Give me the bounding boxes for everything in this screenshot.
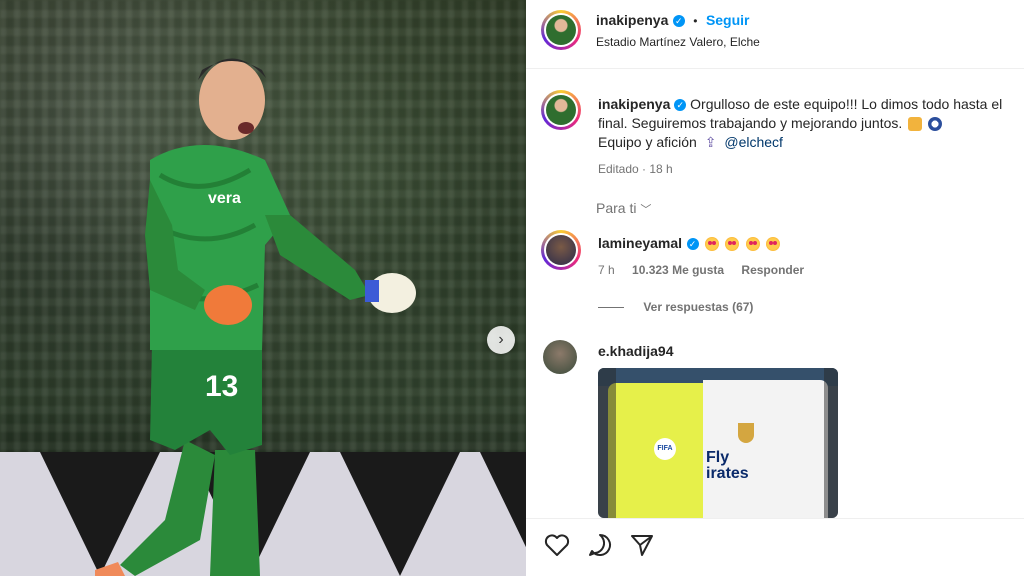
post-photo[interactable]: 13 vera › — [0, 0, 526, 576]
reply-button[interactable]: Responder — [741, 263, 804, 277]
comment: lamineyamal ✓ — [598, 235, 781, 253]
comment-meta: 7 h 10.323 Me gusta Responder — [598, 263, 804, 277]
comment-username[interactable]: lamineyamal — [598, 235, 682, 251]
username[interactable]: inakipenya — [596, 12, 668, 28]
avatar[interactable] — [541, 230, 581, 270]
separator: • — [693, 14, 698, 28]
soccer-ball-icon — [928, 117, 943, 132]
heart-eyes-emoji-icon — [766, 236, 781, 251]
verified-badge: ✓ — [674, 99, 687, 112]
verified-badge: ✓ — [672, 14, 685, 27]
goalkeeper-figure: 13 vera — [95, 58, 416, 576]
flexed-biceps-icon — [908, 117, 923, 132]
caption-text-line3: Equipo y afición — [598, 134, 697, 150]
avatar[interactable] — [543, 340, 577, 374]
comment-username[interactable]: e.khadija94 — [598, 343, 674, 359]
svg-text:13: 13 — [205, 370, 238, 403]
comment-likes[interactable]: 10.323 Me gusta — [632, 263, 724, 277]
heart-eyes-emoji-icon — [704, 236, 719, 251]
post-sidebar: inakipenya ✓ • Seguir Estadio Martínez V… — [526, 0, 1024, 576]
avatar[interactable] — [541, 10, 581, 50]
mention-link[interactable]: @elchecf — [724, 134, 783, 150]
location[interactable]: Estadio Martínez Valero, Elche — [596, 35, 760, 49]
action-bar — [526, 518, 1024, 577]
svg-text:vera: vera — [208, 190, 241, 207]
gif-sponsor-text: Fly irates — [706, 449, 749, 482]
heart-eyes-emoji-icon — [745, 236, 760, 251]
post-header: inakipenya ✓ • Seguir Estadio Martínez V… — [526, 0, 1024, 69]
follow-button[interactable]: Seguir — [706, 12, 750, 28]
verified-badge: ✓ — [686, 237, 699, 250]
comment-time: 7 h — [598, 263, 615, 277]
comment-icon[interactable] — [587, 533, 613, 557]
comment-filter[interactable]: Para ti ﹀ — [596, 200, 651, 217]
heart-eyes-emoji-icon — [725, 236, 740, 251]
chevron-right-icon[interactable]: › — [487, 326, 515, 354]
edited-timestamp: Editado · 18 h — [598, 162, 673, 176]
chevron-down-icon: ﹀ — [640, 204, 652, 216]
share-icon[interactable] — [629, 533, 655, 557]
fifa-badge: FIFA — [654, 438, 676, 460]
view-replies-label: Ver respuestas (67) — [643, 300, 754, 314]
up-arrow-icon: ⇪ — [704, 134, 717, 150]
caption-text-line1: Orgulloso de este equipo!!! Lo dimos tod… — [690, 96, 1003, 112]
caption-username[interactable]: inakipenya — [598, 96, 670, 112]
caption-text-line2: final. Seguiremos trabajando y mejorando… — [598, 115, 903, 131]
comment-gif[interactable]: FIFA Fly irates — [598, 368, 838, 518]
crest-icon — [738, 423, 754, 443]
heart-icon[interactable] — [544, 533, 570, 557]
caption: inakipenya ✓ Orgulloso de este equipo!!!… — [598, 95, 1024, 179]
view-replies-button[interactable]: Ver respuestas (67) — [598, 300, 753, 314]
filter-label: Para ti — [596, 200, 637, 216]
avatar[interactable] — [541, 90, 581, 130]
